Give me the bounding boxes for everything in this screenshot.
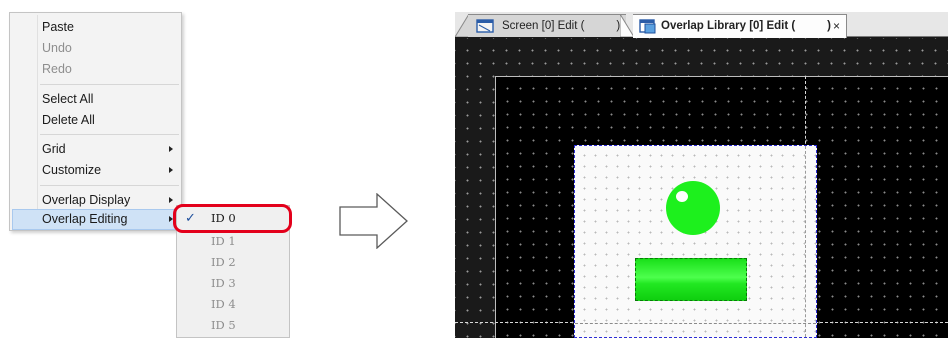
menu-separator bbox=[40, 84, 179, 85]
close-icon[interactable]: × bbox=[833, 15, 840, 37]
menu-item-undo[interactable]: Undo bbox=[12, 38, 179, 59]
submenu-item-id-5[interactable]: ID 5 bbox=[177, 315, 289, 336]
menu-item-delete-all[interactable]: Delete All bbox=[12, 110, 179, 131]
submenu-item-label: ID 5 bbox=[211, 318, 236, 332]
menu-item-label: Delete All bbox=[42, 113, 95, 127]
tab-label: Overlap Library [0] Edit ( ) bbox=[661, 20, 831, 32]
menu-item-overlap-display[interactable]: Overlap Display bbox=[12, 190, 179, 211]
context-menu: Paste Undo Redo Select All Delete All Gr… bbox=[9, 12, 182, 231]
submenu-item-id-4[interactable]: ID 4 bbox=[177, 294, 289, 315]
tab-screen-edit[interactable]: Screen [0] Edit ( ) bbox=[468, 14, 626, 37]
submenu-arrow-icon bbox=[169, 197, 173, 203]
menu-item-label: Redo bbox=[42, 62, 72, 76]
menu-item-label: Overlap Editing bbox=[42, 212, 128, 226]
highlight-callout-ring bbox=[173, 204, 292, 233]
menu-item-overlap-editing[interactable]: Overlap Editing bbox=[12, 209, 179, 230]
submenu-item-label: ID 4 bbox=[211, 297, 236, 311]
menu-item-select-all[interactable]: Select All bbox=[12, 89, 179, 110]
submenu-arrow-icon bbox=[169, 167, 173, 173]
submenu-item-id-3[interactable]: ID 3 bbox=[177, 273, 289, 294]
submenu-item-label: ID 2 bbox=[211, 255, 236, 269]
submenu-item-id-2[interactable]: ID 2 bbox=[177, 252, 289, 273]
editor-tabstrip: Screen [0] Edit ( ) Overlap Library [0] … bbox=[455, 12, 948, 38]
tab-edge bbox=[455, 14, 469, 37]
editor-window: Screen [0] Edit ( ) Overlap Library [0] … bbox=[455, 12, 948, 338]
lamp-circle-part[interactable] bbox=[666, 181, 720, 235]
menu-item-label: Grid bbox=[42, 142, 66, 156]
menu-item-label: Customize bbox=[42, 163, 102, 177]
menu-separator bbox=[40, 134, 179, 135]
menu-item-redo[interactable]: Redo bbox=[12, 59, 179, 80]
menu-item-label: Paste bbox=[42, 20, 74, 34]
lamp-highlight bbox=[676, 191, 688, 202]
menu-item-label: Select All bbox=[42, 92, 94, 106]
editor-canvas[interactable] bbox=[455, 38, 948, 338]
submenu-item-label: ID 3 bbox=[211, 276, 236, 290]
submenu-item-label: ID 1 bbox=[211, 234, 236, 248]
overlap-library-icon bbox=[639, 19, 656, 34]
panel-guide bbox=[805, 146, 806, 337]
submenu-arrow-icon bbox=[169, 146, 173, 152]
right-arrow-icon bbox=[339, 193, 408, 249]
submenu-item-id-1[interactable]: ID 1 bbox=[177, 231, 289, 252]
lamp-rectangle-part[interactable] bbox=[635, 258, 747, 301]
tab-label: Screen [0] Edit ( ) bbox=[502, 20, 621, 32]
menu-item-grid[interactable]: Grid bbox=[12, 139, 179, 160]
screen-edit-icon bbox=[476, 19, 494, 33]
menu-separator bbox=[40, 185, 179, 186]
tab-edge bbox=[620, 14, 634, 37]
menu-item-label: Overlap Display bbox=[42, 193, 131, 207]
panel-guide bbox=[575, 323, 816, 324]
menu-item-customize[interactable]: Customize bbox=[12, 160, 179, 181]
tab-overlap-library-edit[interactable]: Overlap Library [0] Edit ( ) × bbox=[633, 14, 847, 38]
menu-item-label: Undo bbox=[42, 41, 72, 55]
menu-item-paste[interactable]: Paste bbox=[12, 17, 179, 38]
overlap-window-part[interactable] bbox=[574, 145, 817, 338]
